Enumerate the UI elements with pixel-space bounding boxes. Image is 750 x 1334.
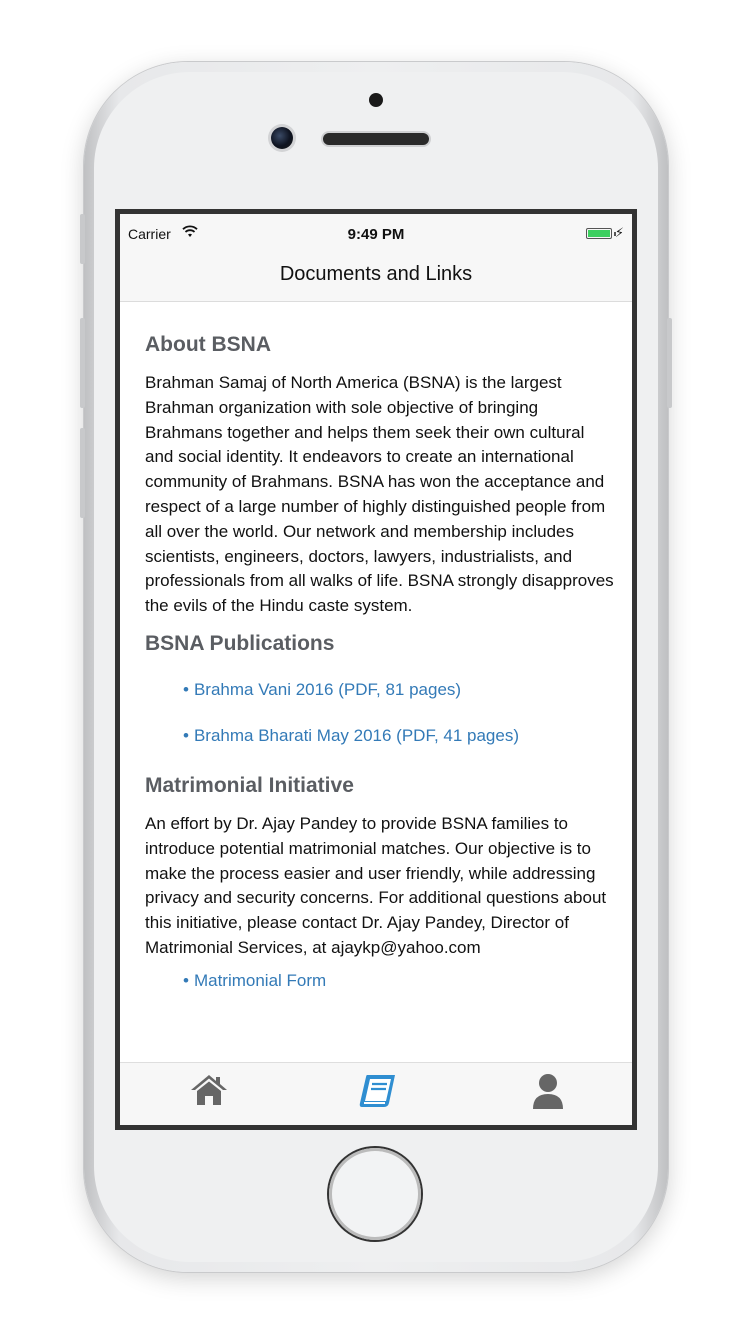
- content-scroll[interactable]: About BSNA Brahman Samaj of North Americ…: [145, 301, 615, 1067]
- matrimonial-form-link[interactable]: • Matrimonial Form: [183, 971, 615, 991]
- matrimonial-list: • Matrimonial Form: [145, 971, 615, 991]
- about-heading: About BSNA: [145, 333, 271, 356]
- volume-down-button: [80, 428, 85, 518]
- publication-link-brahma-vani[interactable]: • Brahma Vani 2016 (PDF, 81 pages): [183, 680, 615, 700]
- tab-home[interactable]: [190, 1073, 230, 1113]
- home-icon: [191, 1075, 227, 1105]
- tab-profile[interactable]: [530, 1073, 570, 1113]
- tab-documents[interactable]: [358, 1073, 398, 1113]
- matrimonial-text: An effort by Dr. Ajay Pandey to provide …: [145, 813, 607, 957]
- battery-icon: [586, 228, 612, 239]
- page-title: Documents and Links: [279, 263, 473, 285]
- about-text: Brahman Samaj of North America (BSNA) is…: [145, 373, 614, 616]
- matrimonial-heading: Matrimonial Initiative: [145, 773, 354, 797]
- publications-list: • Brahma Vani 2016 (PDF, 81 pages) • Brahm…: [145, 680, 615, 746]
- status-time: 9:49 PM: [347, 226, 405, 243]
- power-button: [667, 318, 672, 408]
- proximity-sensor: [369, 93, 383, 107]
- publication-link-label[interactable]: Brahma Bharati May 2016 (PDF, 41 pages): [194, 726, 519, 745]
- bullet: •: [183, 970, 189, 990]
- home-button[interactable]: [329, 1148, 421, 1240]
- bullet: •: [183, 679, 189, 699]
- book-icon: [359, 1075, 395, 1107]
- publication-link-brahma-bharati[interactable]: • Brahma Bharati May 2016 (PDF, 41 pages): [183, 726, 615, 746]
- volume-up-button: [80, 318, 85, 408]
- publication-link-label[interactable]: Brahma Vani 2016 (PDF, 81 pages): [194, 680, 461, 699]
- tab-bar: [120, 1062, 632, 1125]
- bullet: •: [183, 725, 189, 745]
- navigation-bar: Documents and Links: [120, 250, 632, 302]
- front-camera: [271, 127, 293, 149]
- matrimonial-form-label[interactable]: Matrimonial Form: [194, 971, 326, 990]
- status-bar: Carrier 9:49 PM ⚡: [120, 214, 632, 250]
- screen: Carrier 9:49 PM ⚡ Documents and Links Ab…: [115, 209, 637, 1130]
- mute-switch: [80, 214, 85, 264]
- user-icon: [533, 1074, 563, 1109]
- earpiece-speaker: [323, 133, 429, 145]
- charging-icon: ⚡: [614, 225, 624, 240]
- publications-heading: BSNA Publications: [145, 631, 335, 655]
